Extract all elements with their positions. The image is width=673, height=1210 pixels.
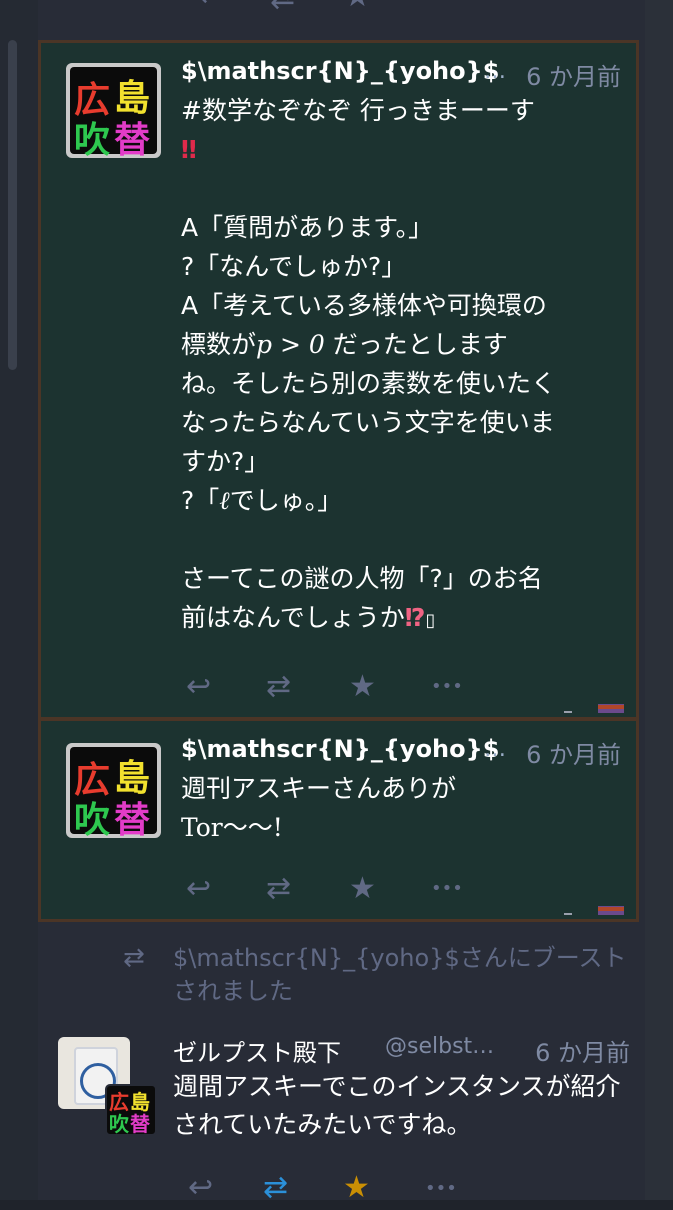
missing-glyph: ▯ — [425, 610, 436, 631]
reply-icon[interactable]: ↩ — [198, 0, 223, 12]
more-icon[interactable]: ••• — [431, 667, 463, 707]
status-actions: ↩ ⇄ ★ ••• — [181, 667, 631, 707]
reply-icon[interactable]: ↩ — [186, 869, 211, 909]
content-line: Tor〜〜! — [181, 813, 283, 842]
display-name[interactable]: $\mathscr{N}_{yoho}$ — [181, 57, 499, 85]
content-line: 週刊アスキーさんありが — [181, 774, 457, 803]
status-actions: ↩ ⇄ ★ ••• — [173, 1170, 633, 1210]
content-line: ね。そしたら別の素数を使いたく — [181, 369, 557, 398]
interrobang-emoji: ⁉ — [404, 603, 426, 632]
avatar-logo: 広 島 吹 替 — [70, 67, 157, 158]
logo-char: 吹 — [74, 800, 111, 838]
star-icon[interactable]: ★ — [349, 869, 376, 909]
avatar[interactable]: 広 島 吹 替 — [66, 743, 161, 838]
status-actions: ↩ ⇄ ★ ••• — [181, 869, 631, 909]
booster-avatar[interactable]: 広 島 吹 替 — [105, 1084, 157, 1136]
content-line: ?「なんでしゅか?」 — [181, 252, 407, 281]
left-column-edge — [0, 0, 38, 1200]
star-icon[interactable]: ★ — [344, 0, 371, 12]
content-line: なったらなんていう文字を使いま — [181, 408, 555, 437]
math-inline: ℓ — [219, 486, 230, 515]
content-line: だったとします — [324, 330, 508, 359]
status-header: $\mathscr{N}_{yoho}$ … 6 か月前 — [181, 735, 631, 771]
logo-char: 替 — [130, 1112, 150, 1136]
content-line: すか?」 — [181, 447, 270, 476]
status-card[interactable]: 広 島 吹 替 $\mathscr{N}_{yoho}$ … 6 か月前 週刊ア… — [38, 718, 639, 922]
handle-ellipsis: … — [484, 737, 506, 762]
double-exclamation-emoji: ‼ — [181, 135, 197, 164]
timestamp[interactable]: 6 か月前 — [526, 735, 621, 770]
status-header: $\mathscr{N}_{yoho}$ … 6 か月前 — [181, 57, 631, 93]
content-line: さーてこの謎の人物「?」のお名 — [181, 564, 543, 593]
color-tag — [564, 905, 624, 915]
content-line: 前はなんでしょうか — [181, 603, 405, 632]
avatar[interactable]: 広 島 吹 替 — [66, 63, 161, 158]
math-inline: p > 0 — [256, 330, 325, 359]
content-line: でしゅ。」 — [229, 486, 343, 515]
content-line: A「考えている多様体や可換環の — [181, 291, 547, 320]
timeline-column: ↩ ⇄ ★ 広 島 吹 替 $\mathscr{N}_{yoho}$ … 6 か… — [38, 0, 645, 1205]
handle-ellipsis: … — [484, 59, 506, 84]
previous-status-actions: ↩ ⇄ ★ — [38, 0, 645, 30]
display-name[interactable]: $\mathscr{N}_{yoho}$ — [181, 735, 499, 763]
left-scrollbar[interactable] — [8, 40, 17, 370]
hashtag-line[interactable]: #数学なぞなぞ 行っきまーーす — [181, 96, 535, 125]
logo-char: 吹 — [74, 120, 111, 158]
timestamp[interactable]: 6 か月前 — [526, 57, 621, 92]
logo-char: 替 — [114, 120, 151, 158]
boost-icon[interactable]: ⇄ — [266, 869, 291, 909]
status-content: 週間アスキーでこのインスタンスが紹介されていたみたいですね。 — [173, 1072, 621, 1139]
right-column-edge — [645, 0, 673, 1200]
boost-icon: ⇄ — [123, 943, 145, 973]
timestamp[interactable]: 6 か月前 — [535, 1033, 630, 1068]
logo-char: 吹 — [109, 1112, 129, 1136]
star-icon[interactable]: ★ — [349, 667, 376, 707]
status-header: ゼルプスト殿下 @selbst… 6 か月前 — [173, 1033, 638, 1069]
boost-icon[interactable]: ⇄ — [266, 667, 291, 707]
content-line: 標数が — [181, 330, 257, 359]
status-card[interactable]: 広 島 吹 替 $\mathscr{N}_{yoho}$ … 6 か月前 #数学… — [38, 40, 639, 720]
status-content: 週刊アスキーさんありが Tor〜〜! — [181, 769, 631, 847]
color-tag — [564, 703, 624, 713]
avatar-logo: 広 島 吹 替 — [70, 747, 157, 838]
status-content: #数学なぞなぞ 行っきまーーす ‼ A「質問があります。」 ?「なんでしゅか?」… — [181, 91, 631, 640]
content-line: A「質問があります。」 — [181, 213, 434, 242]
content-line: ?「 — [181, 486, 220, 515]
boost-icon[interactable]: ⇄ — [270, 0, 295, 14]
display-name[interactable]: ゼルプスト殿下 — [173, 1033, 341, 1068]
more-icon[interactable]: ••• — [431, 869, 463, 909]
logo-char: 替 — [114, 800, 151, 838]
account-handle[interactable]: @selbst… — [385, 1034, 494, 1059]
more-icon[interactable]: ••• — [425, 1178, 457, 1199]
boost-notice-text[interactable]: $\mathscr{N}_{yoho}$さんにブーストされました — [173, 942, 643, 1008]
reply-icon[interactable]: ↩ — [186, 667, 211, 707]
